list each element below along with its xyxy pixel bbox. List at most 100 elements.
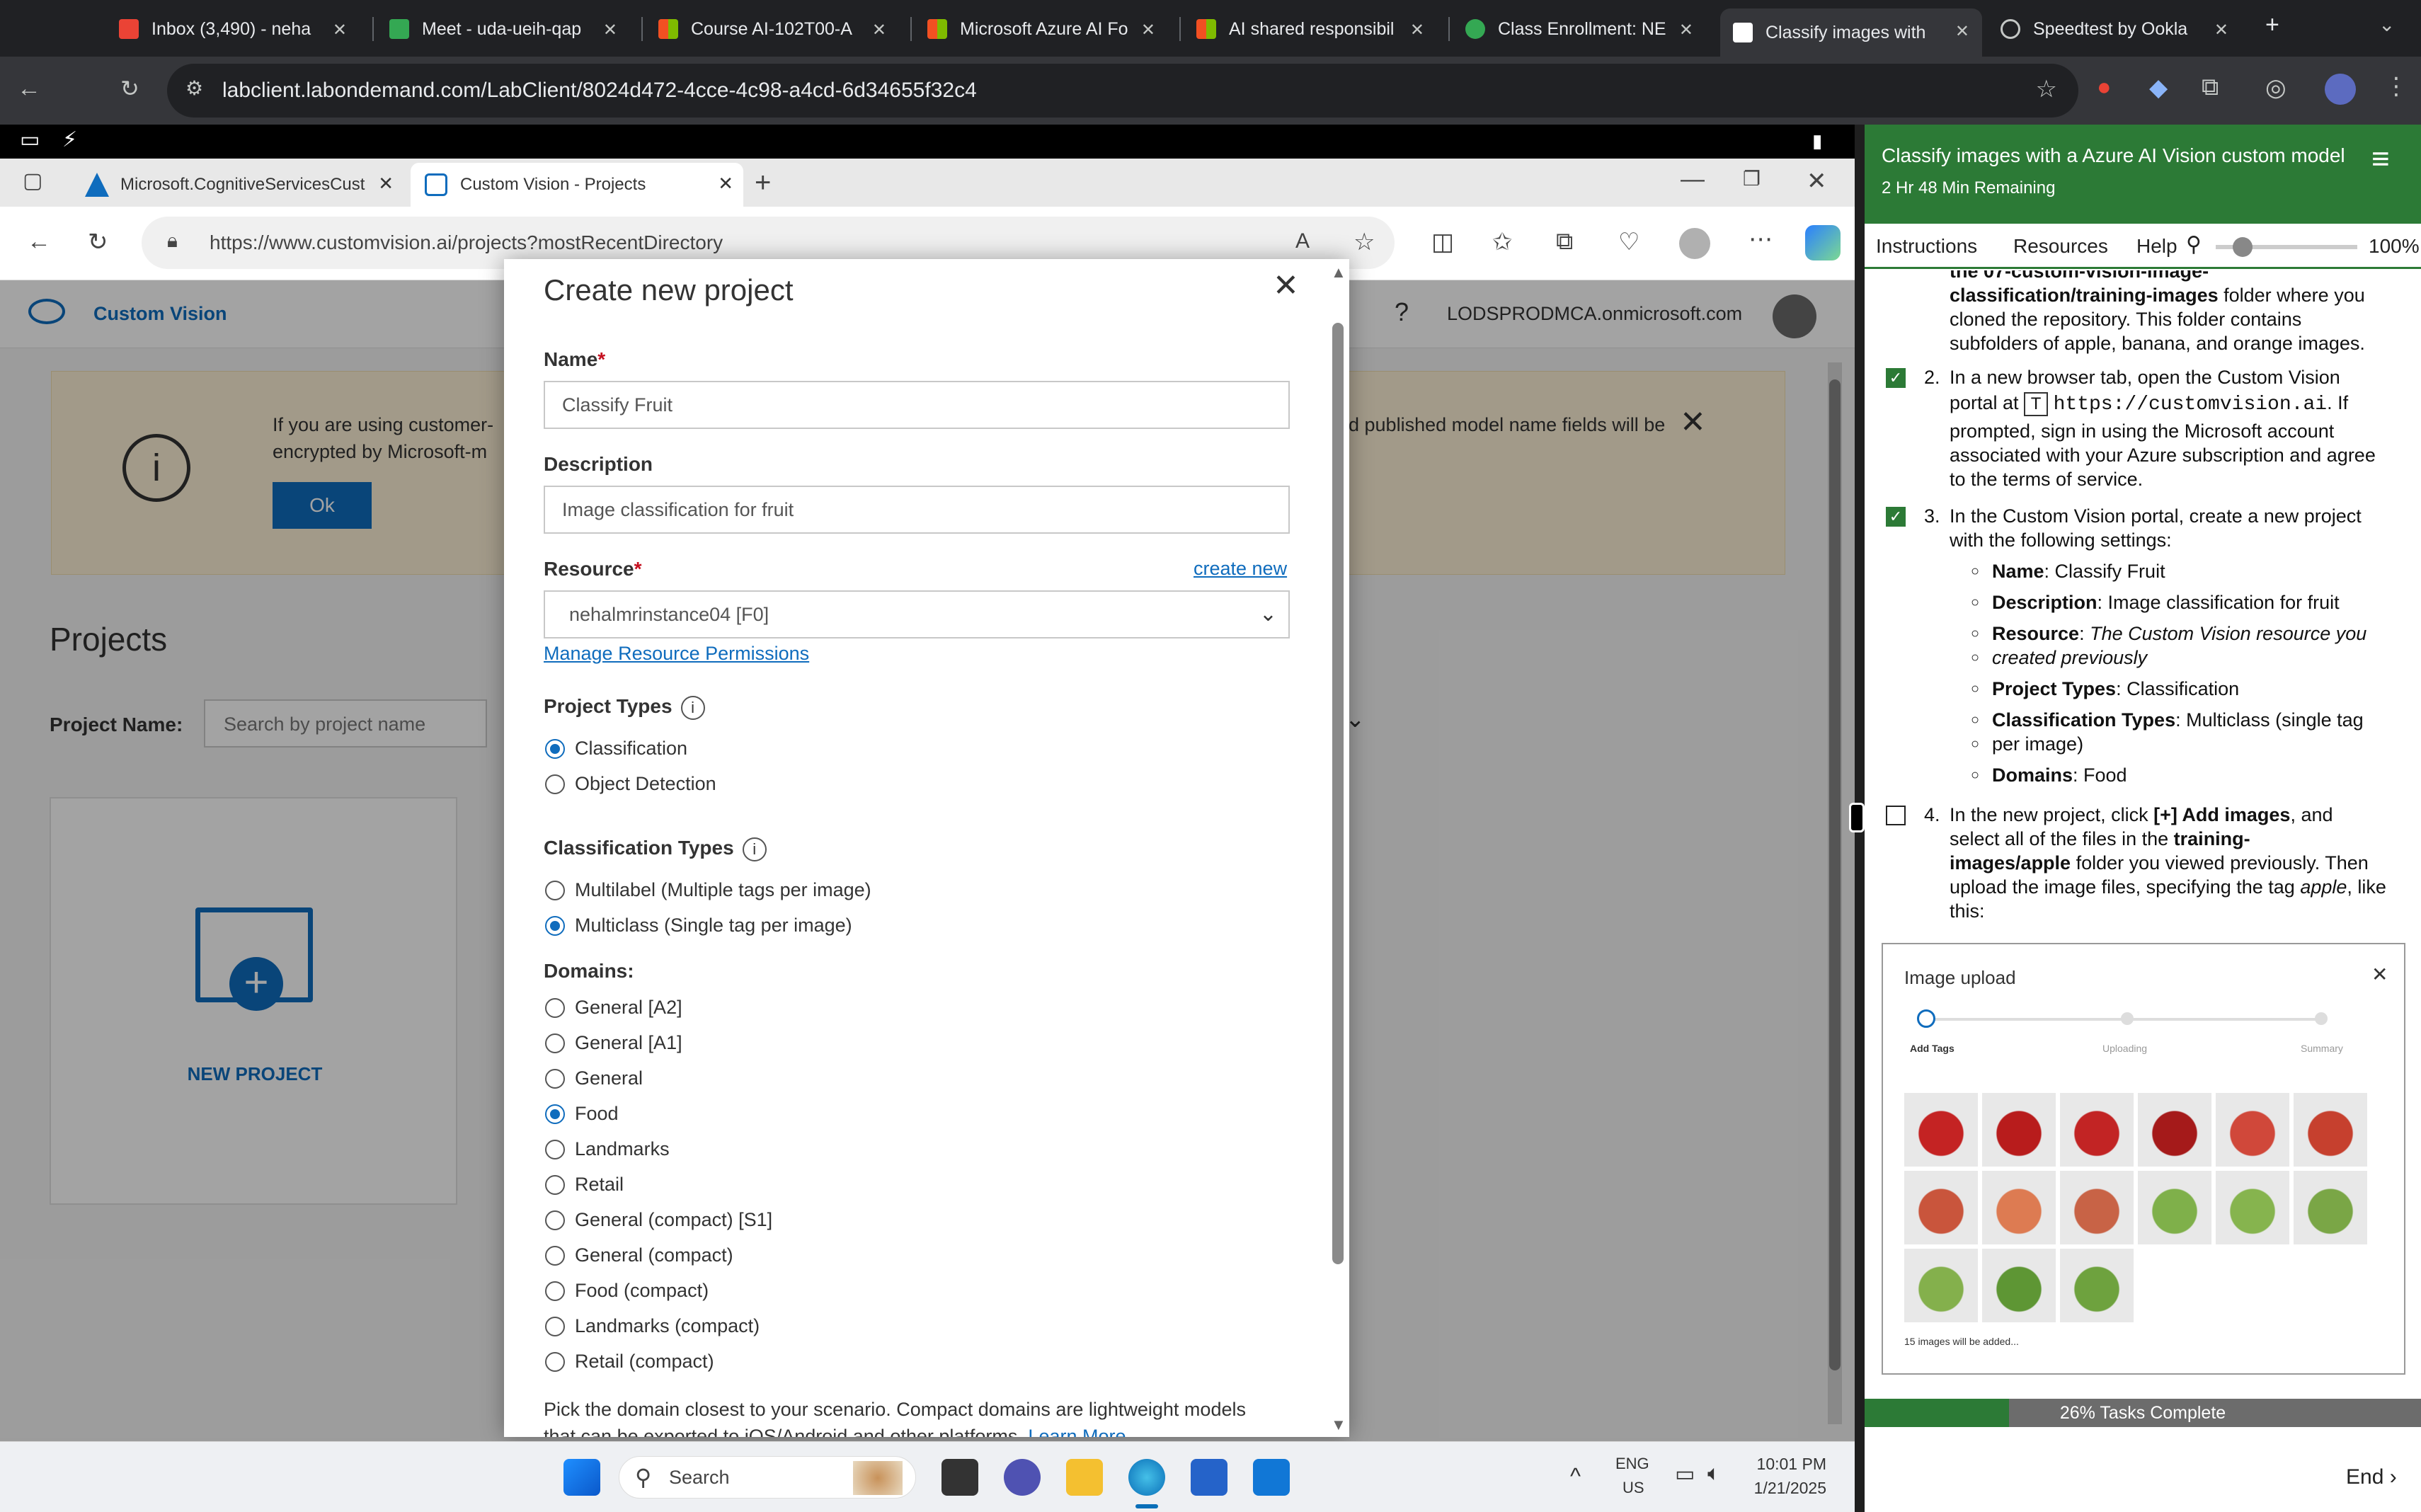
copilot-icon[interactable] xyxy=(1805,225,1841,260)
close-icon[interactable]: ✕ xyxy=(718,173,733,195)
create-new-link[interactable]: create new xyxy=(1194,558,1287,580)
profile-avatar[interactable] xyxy=(2325,74,2356,105)
name-field[interactable]: Classify Fruit xyxy=(544,381,1290,429)
tab-help[interactable]: Help xyxy=(2136,235,2177,258)
menu-kebab-icon[interactable]: ⋮ xyxy=(2384,72,2408,101)
close-icon[interactable]: ✕ xyxy=(872,20,886,40)
lightning-icon[interactable]: ⚡ xyxy=(62,127,77,152)
minimize-icon[interactable]: — xyxy=(1681,166,1705,193)
edge-tab-custom-vision[interactable]: Custom Vision - Projects ✕ xyxy=(411,163,743,207)
info-icon[interactable]: i xyxy=(742,837,767,861)
radio-domain[interactable]: Landmarks xyxy=(545,1138,670,1160)
close-window-icon[interactable]: ✕ xyxy=(1807,167,1827,195)
radio-domain[interactable]: General [A2] xyxy=(545,997,682,1019)
chrome-tab-gmail[interactable]: Inbox (3,490) - neha ✕ xyxy=(119,7,360,51)
page-scrollbar-thumb[interactable] xyxy=(1829,379,1841,1370)
back-icon[interactable]: ← xyxy=(27,228,51,256)
scroll-up-icon[interactable]: ▲ xyxy=(1331,263,1346,282)
manage-permissions-link[interactable]: Manage Resource Permissions xyxy=(544,643,809,665)
extensions-puzzle-icon[interactable]: ⧉ xyxy=(2202,74,2219,101)
new-tab-icon[interactable]: + xyxy=(755,167,771,199)
chrome-tab-class-enrollment[interactable]: Class Enrollment: NE ✕ xyxy=(1465,7,1706,51)
radio-object-detection[interactable]: Object Detection xyxy=(545,773,716,795)
volume-icon[interactable]: 🔈︎ xyxy=(1707,1462,1720,1486)
description-field[interactable]: Image classification for fruit xyxy=(544,486,1290,534)
radio-domain[interactable]: Retail (compact) xyxy=(545,1351,714,1373)
radio-classification[interactable]: Classification xyxy=(545,738,687,760)
end-button[interactable]: End › xyxy=(2346,1465,2397,1489)
chevron-up-icon[interactable]: ^ xyxy=(1570,1463,1581,1489)
reload-icon[interactable]: ↻ xyxy=(120,75,139,102)
extension-icon[interactable]: ◆ xyxy=(2149,74,2168,102)
back-icon[interactable]: ← xyxy=(17,75,41,103)
info-icon[interactable]: i xyxy=(680,696,705,720)
reload-icon[interactable]: ↻ xyxy=(88,228,108,256)
close-icon[interactable]: ✕ xyxy=(1141,20,1155,40)
clock-time[interactable]: 10:01 PM xyxy=(1756,1455,1826,1474)
close-icon[interactable]: ✕ xyxy=(1955,21,1969,42)
language-indicator[interactable]: ENG xyxy=(1615,1455,1649,1473)
chrome-tab-azure-ai[interactable]: Microsoft Azure AI Fo ✕ xyxy=(927,7,1168,51)
radio-domain[interactable]: Landmarks (compact) xyxy=(545,1315,760,1337)
step-checkbox[interactable]: ✓ xyxy=(1886,368,1906,388)
vscode-icon[interactable] xyxy=(1253,1459,1290,1496)
close-icon[interactable]: ✕ xyxy=(378,173,394,195)
type-text-icon[interactable]: T xyxy=(2024,391,2049,416)
close-icon[interactable]: ✕ xyxy=(603,20,617,40)
monitor-icon[interactable]: ▭ xyxy=(20,127,40,152)
zoom-slider-knob[interactable] xyxy=(2233,237,2253,257)
edge-icon[interactable] xyxy=(1128,1459,1165,1496)
extension-icon[interactable]: ● xyxy=(2097,74,2112,101)
zoom-slider[interactable] xyxy=(2216,237,2357,257)
step-checkbox[interactable] xyxy=(1886,806,1906,825)
radio-domain[interactable]: General xyxy=(545,1067,643,1089)
profile-avatar[interactable] xyxy=(1679,228,1710,259)
close-icon[interactable]: ✕ xyxy=(2214,20,2228,40)
read-aloud-icon[interactable]: A xyxy=(1295,229,1310,253)
performance-icon[interactable]: ◎ xyxy=(2265,74,2286,102)
taskbar-search[interactable]: ⚲ Search xyxy=(619,1456,916,1499)
file-explorer-icon[interactable] xyxy=(1066,1459,1103,1496)
new-tab-icon[interactable]: + xyxy=(2265,11,2279,39)
bookmark-star-icon[interactable]: ☆ xyxy=(2036,75,2057,103)
chat-icon[interactable] xyxy=(1004,1459,1041,1496)
chrome-tab-course[interactable]: Course AI-102T00-A ✕ xyxy=(658,7,899,51)
radio-multilabel[interactable]: Multilabel (Multiple tags per image) xyxy=(545,879,871,901)
radio-domain[interactable]: General (compact) [S1] xyxy=(545,1209,772,1231)
close-icon[interactable]: ✕ xyxy=(333,20,347,40)
radio-domain[interactable]: Retail xyxy=(545,1174,624,1196)
dialog-scrollbar-thumb[interactable] xyxy=(1332,323,1344,1264)
clock-date[interactable]: 1/21/2025 xyxy=(1748,1479,1826,1498)
chrome-tab-meet[interactable]: Meet - uda-ueih-qap ✕ xyxy=(389,7,630,51)
network-icon[interactable]: ▭ xyxy=(1675,1462,1695,1487)
tab-actions-icon[interactable]: ▢ xyxy=(23,168,42,193)
favorites-icon[interactable]: ✩ xyxy=(1492,228,1513,256)
scroll-down-icon[interactable]: ▼ xyxy=(1331,1416,1346,1434)
close-icon[interactable]: ✕ xyxy=(1273,268,1299,304)
store-icon[interactable] xyxy=(1191,1459,1227,1496)
more-icon[interactable]: ⋯ xyxy=(1748,225,1773,253)
chrome-tab-ai-shared[interactable]: AI shared responsibil ✕ xyxy=(1196,7,1437,51)
language-region[interactable]: US xyxy=(1622,1479,1644,1497)
split-screen-icon[interactable]: ◫ xyxy=(1431,228,1454,256)
radio-domain-food[interactable]: Food xyxy=(545,1103,619,1125)
tab-resources[interactable]: Resources xyxy=(2013,235,2108,258)
radio-multiclass[interactable]: Multiclass (Single tag per image) xyxy=(545,915,852,937)
url-code[interactable]: https://customvision.ai xyxy=(2054,394,2327,416)
close-icon[interactable]: ✕ xyxy=(1410,20,1424,40)
edge-tab-cognitive[interactable]: Microsoft.CognitiveServicesCust ✕ xyxy=(71,163,404,207)
resize-handle[interactable] xyxy=(1849,803,1865,832)
restore-icon[interactable]: ❐ xyxy=(1743,167,1761,190)
resource-select[interactable]: nehalmrinstance04 [F0] ⌄ xyxy=(544,590,1290,638)
step-checkbox[interactable]: ✓ xyxy=(1886,507,1906,527)
address-bar[interactable]: ⚙ labclient.labondemand.com/LabClient/80… xyxy=(167,64,2078,118)
task-view-icon[interactable] xyxy=(942,1459,978,1496)
radio-domain[interactable]: Food (compact) xyxy=(545,1280,709,1302)
radio-domain[interactable]: General [A1] xyxy=(545,1032,682,1054)
close-icon[interactable]: ✕ xyxy=(1679,20,1693,40)
tab-search-icon[interactable]: ⌄ xyxy=(2379,13,2395,36)
browser-essentials-icon[interactable]: ♡ xyxy=(1618,228,1639,256)
site-info-icon[interactable]: ⚙ xyxy=(185,76,203,100)
learn-more-link[interactable]: Learn More xyxy=(1028,1426,1126,1437)
chrome-tab-classify-images[interactable]: Classify images with ✕ xyxy=(1720,8,1982,57)
